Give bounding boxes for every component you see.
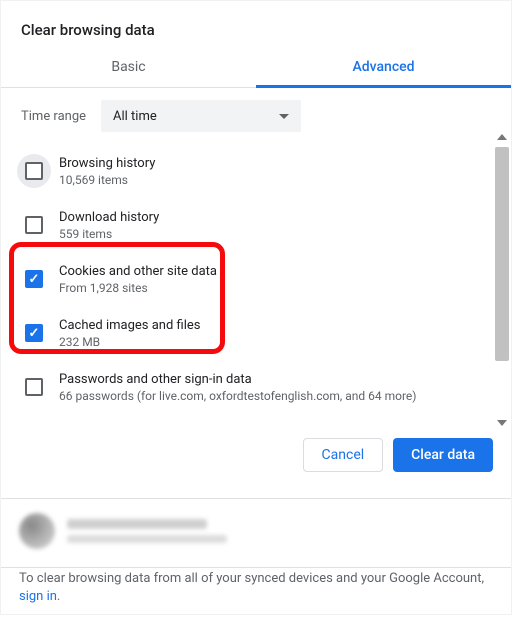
account-text	[67, 519, 227, 543]
time-range-select[interactable]: All time	[101, 100, 301, 132]
option-title: Passwords and other sign-in data	[59, 372, 416, 387]
scroll-up-icon[interactable]	[497, 134, 507, 140]
option-title: Cached images and files	[59, 318, 200, 333]
checkbox[interactable]: ✓	[25, 324, 43, 342]
option-title: Browsing history	[59, 156, 155, 171]
scroll-down-icon[interactable]	[497, 420, 507, 426]
time-range-row: Time range All time	[1, 88, 511, 144]
time-range-label: Time range	[21, 109, 101, 124]
checkbox-wrap: ✓	[17, 262, 51, 296]
option-cookies[interactable]: ✓ Cookies and other site data From 1,928…	[1, 252, 495, 306]
option-download-history[interactable]: Download history 559 items	[1, 198, 495, 252]
checkbox[interactable]	[25, 162, 43, 180]
option-labels: Browsing history 10,569 items	[59, 154, 155, 187]
chevron-down-icon	[279, 114, 289, 119]
option-passwords[interactable]: Passwords and other sign-in data 66 pass…	[1, 360, 495, 414]
tab-basic[interactable]: Basic	[1, 49, 256, 87]
footnote: To clear browsing data from all of your …	[1, 568, 511, 622]
time-range-value: All time	[113, 109, 157, 124]
option-labels: Download history 559 items	[59, 208, 159, 241]
scroll-thumb[interactable]	[495, 147, 509, 361]
option-sub: 559 items	[59, 227, 159, 241]
option-browsing-history[interactable]: Browsing history 10,569 items	[1, 144, 495, 198]
footer-buttons: Cancel Clear data	[1, 416, 511, 494]
cancel-button[interactable]: Cancel	[303, 438, 384, 472]
account-row	[1, 499, 511, 563]
dialog-title: Clear browsing data	[1, 1, 511, 49]
options-list: Browsing history 10,569 items Download h…	[1, 144, 511, 416]
option-sub: 10,569 items	[59, 173, 155, 187]
checkbox-wrap	[17, 154, 51, 188]
scrollbar[interactable]	[495, 144, 509, 416]
checkbox-wrap: ✓	[17, 316, 51, 350]
option-cached[interactable]: ✓ Cached images and files 232 MB	[1, 306, 495, 360]
sign-in-link[interactable]: sign in	[19, 589, 57, 604]
clear-data-button[interactable]: Clear data	[393, 438, 493, 472]
tabs: Basic Advanced	[1, 49, 511, 88]
account-name-blurred	[67, 519, 207, 529]
option-title: Download history	[59, 210, 159, 225]
option-sub: 66 passwords (for live.com, oxfordtestof…	[59, 389, 416, 403]
checkbox[interactable]: ✓	[25, 270, 43, 288]
checkbox[interactable]	[25, 216, 43, 234]
avatar	[19, 513, 55, 549]
option-labels: Cached images and files 232 MB	[59, 316, 200, 349]
option-sub: From 1,928 sites	[59, 281, 217, 295]
checkbox-wrap	[17, 370, 51, 404]
option-labels: Cookies and other site data From 1,928 s…	[59, 262, 217, 295]
tab-advanced[interactable]: Advanced	[256, 49, 511, 88]
checkbox[interactable]	[25, 378, 43, 396]
footnote-text: To clear browsing data from all of your …	[19, 571, 484, 586]
option-labels: Passwords and other sign-in data 66 pass…	[59, 370, 416, 403]
option-sub: 232 MB	[59, 335, 200, 349]
checkbox-wrap	[17, 208, 51, 242]
account-email-blurred	[67, 535, 227, 543]
option-autofill[interactable]: Autofill form data 2 addresses, 892 othe…	[1, 414, 495, 416]
option-title: Cookies and other site data	[59, 264, 217, 279]
